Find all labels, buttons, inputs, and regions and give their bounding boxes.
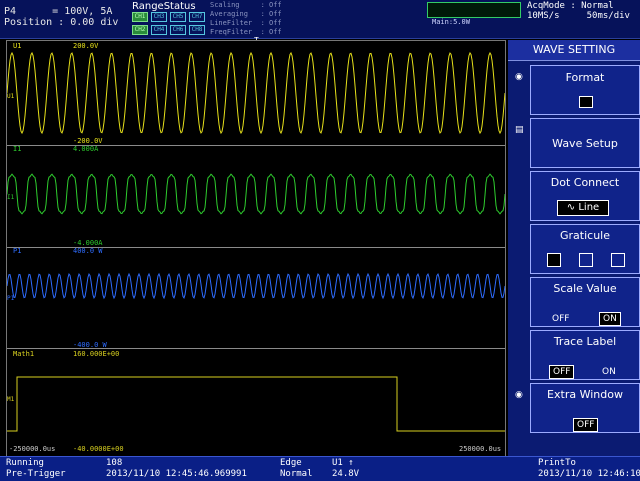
timebase: 50ms/div xyxy=(586,11,630,21)
dot-connect-value: Line xyxy=(578,202,600,213)
trigger-type: Edge xyxy=(280,458,302,468)
range-status-title: RangeStatus xyxy=(132,1,196,12)
p1-bottom-scale: -400.0 W xyxy=(73,341,107,349)
range-status-ch3: CH3 xyxy=(151,12,167,22)
element-name: P4 xyxy=(4,6,17,17)
trigger-level: 24.8V xyxy=(332,469,360,479)
trigger-mode-label: Pre-Trigger xyxy=(6,469,66,479)
dot-connect-button[interactable]: Dot Connect ∿ Line xyxy=(530,171,640,221)
range-status-ch1: CH1 xyxy=(132,12,148,22)
top-status-bar: P4 = 100V, 5A Position : 0.00 div RangeS… xyxy=(0,0,640,39)
range-status-ch7: CH7 xyxy=(189,12,205,22)
extra-window-label: Extra Window xyxy=(547,388,623,401)
i1-top-scale: 4.000A xyxy=(73,145,99,153)
p1-waveform xyxy=(7,272,505,300)
trigger-mode: Normal xyxy=(280,469,313,479)
filter-settings: Scaling : Off Averaging : Off LineFilter… xyxy=(210,1,282,37)
u1-bottom-scale: -200.0V xyxy=(73,137,103,145)
math1-bottom-scale: -40.0000E+00 xyxy=(73,445,124,453)
bottom-status-bar: Running Pre-Trigger 108 2013/11/10 12:45… xyxy=(0,456,640,481)
range-status-grid: CH1 CH3 CH5 CH7 CH2 CH4 CH6 CH8 xyxy=(132,12,205,35)
wave-setup-label: Wave Setup xyxy=(552,137,618,150)
format-button[interactable]: ◉ Format xyxy=(515,65,640,115)
scale-on-option[interactable]: ON xyxy=(599,306,621,326)
u1-waveform xyxy=(7,51,505,135)
wave-setup-button[interactable]: ▤ Wave Setup xyxy=(515,118,640,168)
acquisition-timestamp: 2013/11/10 12:45:46.969991 xyxy=(106,469,247,479)
scaling-status: Scaling : Off xyxy=(210,1,282,9)
sample-rate: 10MS/s xyxy=(527,11,560,21)
scale-value-label: Scale Value xyxy=(553,282,617,295)
scale-value-button[interactable]: Scale Value OFF ON xyxy=(530,277,640,327)
position-label: Position : xyxy=(4,17,65,28)
time-right-label: 250000.0us xyxy=(459,445,502,453)
acquisition-count: 108 xyxy=(106,458,123,468)
graticule-label: Graticule xyxy=(560,229,610,242)
position-value: 0.00 div xyxy=(70,17,119,28)
range-status-ch2: CH2 xyxy=(132,25,148,35)
extra-window-button[interactable]: ◉ Extra Window OFF xyxy=(515,383,640,433)
i1-side-marker: I1 xyxy=(7,194,15,201)
p1-top-scale: 400.0 W xyxy=(73,247,103,255)
math1-side-marker: M1 xyxy=(7,396,15,403)
graticule-cross-icon xyxy=(579,253,593,267)
range-status-ch5: CH5 xyxy=(170,12,186,22)
run-state: Running xyxy=(6,458,44,468)
trace-label-button[interactable]: Trace Label OFF ON xyxy=(530,330,640,380)
graticule-button[interactable]: Graticule xyxy=(530,224,640,274)
i1-waveform xyxy=(7,173,505,215)
graticule-frame-icon xyxy=(611,253,625,267)
radio-bullet-icon: ◉ xyxy=(515,72,523,82)
range-value: = 100V, 5A xyxy=(52,6,113,17)
trace-off-option[interactable]: OFF xyxy=(549,359,575,379)
dot-connect-value-box: ∿ Line xyxy=(557,200,609,216)
math1-top-scale: 160.000E+00 xyxy=(73,350,120,358)
format-label: Format xyxy=(565,71,605,84)
radio-bullet-icon: ◉ xyxy=(515,390,523,400)
i1-label: I1 xyxy=(13,145,22,153)
u1-top-scale: 200.0V xyxy=(73,42,99,50)
line-wave-icon: ∿ xyxy=(566,202,576,213)
averaging-status: Averaging : Off xyxy=(210,10,282,18)
i1-bottom-scale: -4.000A xyxy=(73,239,103,247)
print-destination[interactable]: PrintTo xyxy=(538,458,576,469)
graticule-fine-grid-icon xyxy=(547,253,561,267)
acq-mode: AcqMode : Normal xyxy=(527,1,614,11)
setup-icon: ▤ xyxy=(515,125,524,135)
element-range-info: P4 = 100V, 5A Position : 0.00 div xyxy=(4,6,118,28)
power-meter-bar xyxy=(427,2,521,18)
format-grid-icon xyxy=(579,96,593,108)
extra-window-value-box: OFF xyxy=(573,412,599,432)
current-timestamp: 2013/11/10 12:46:10 xyxy=(538,469,640,479)
u1-label: U1 xyxy=(13,42,22,50)
p1-side-marker: P1 xyxy=(7,295,15,302)
trace-on-option[interactable]: ON xyxy=(599,359,619,378)
wave-setting-panel: WAVE SETTING ◉ Format ▤ Wave Setup Dot C… xyxy=(508,40,640,456)
trace-label-label: Trace Label xyxy=(553,335,617,348)
range-status-ch8: CH8 xyxy=(189,25,205,35)
trigger-source: U1 ↑ xyxy=(332,458,354,468)
u1-side-marker: U1 xyxy=(7,93,15,100)
p1-label: P1 xyxy=(13,247,22,255)
math1-label: Math1 xyxy=(13,350,35,358)
panel-title: WAVE SETTING xyxy=(508,40,640,61)
waveform-display: U1 200.0V -200.0V I1 4.000A -4.000A P1 4… xyxy=(6,40,506,458)
time-left-label: -250000.0us xyxy=(9,445,56,453)
acquisition-info: AcqMode : Normal 10MS/s 50ms/div xyxy=(527,1,630,21)
meter-label: Main:5.0W xyxy=(432,18,470,26)
dot-connect-label: Dot Connect xyxy=(550,176,620,189)
range-status-ch4: CH4 xyxy=(151,25,167,35)
freq-filter-status: FreqFilter : Off xyxy=(210,28,282,36)
scale-off-option[interactable]: OFF xyxy=(549,306,572,325)
range-status-ch6: CH6 xyxy=(170,25,186,35)
line-filter-status: LineFilter : Off xyxy=(210,19,282,27)
math1-waveform xyxy=(7,376,505,432)
